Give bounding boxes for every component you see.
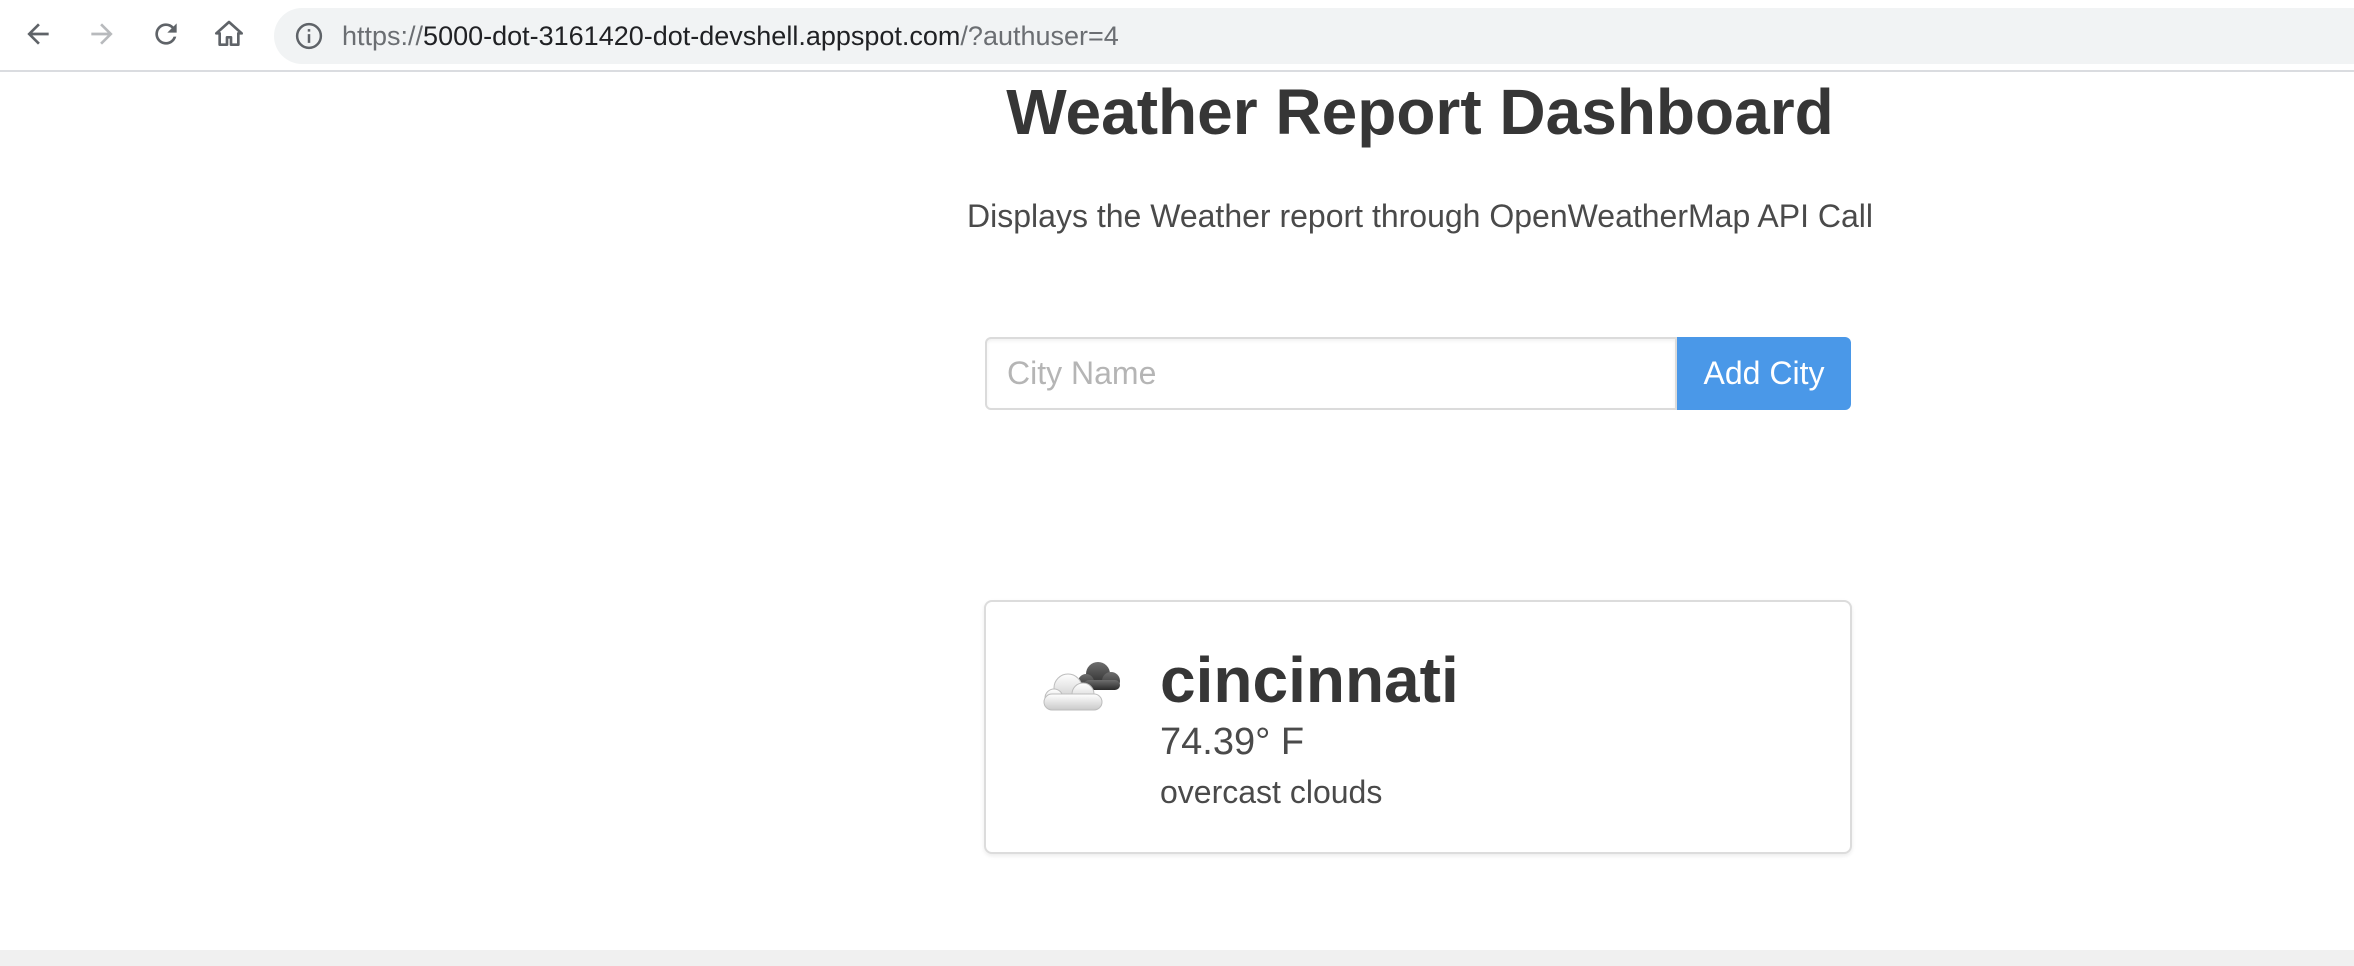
browser-toolbar: https://5000-dot-3161420-dot-devshell.ap… xyxy=(0,0,2354,72)
page-footer-strip xyxy=(0,950,2354,966)
url-path: /?authuser=4 xyxy=(960,20,1119,51)
city-name: cincinnati xyxy=(1160,644,1459,716)
reload-button[interactable] xyxy=(142,10,190,58)
temperature: 74.39° F xyxy=(1160,721,1305,763)
forward-button[interactable] xyxy=(78,10,126,58)
reload-icon xyxy=(155,23,177,45)
address-bar[interactable]: https://5000-dot-3161420-dot-devshell.ap… xyxy=(274,8,2354,64)
back-button[interactable] xyxy=(14,10,62,58)
page-subtitle: Displays the Weather report through Open… xyxy=(967,198,1873,234)
city-name-input[interactable] xyxy=(985,337,1677,410)
home-button[interactable] xyxy=(205,10,253,58)
cloud-icon xyxy=(1036,654,1126,724)
info-icon[interactable] xyxy=(294,21,324,51)
weather-description: overcast clouds xyxy=(1160,774,1383,810)
add-city-button[interactable]: Add City xyxy=(1677,337,1851,410)
add-city-form: Add City xyxy=(985,337,1851,410)
home-icon xyxy=(215,20,243,46)
weather-card: cincinnati 74.39° F overcast clouds xyxy=(984,600,1852,854)
url-text[interactable]: https://5000-dot-3161420-dot-devshell.ap… xyxy=(342,21,1119,52)
url-scheme: https:// xyxy=(342,20,424,51)
url-host: 5000-dot-3161420-dot-devshell.appspot.co… xyxy=(423,20,961,51)
page-title: Weather Report Dashboard xyxy=(1006,76,1834,148)
back-arrow-icon xyxy=(27,23,49,45)
forward-arrow-icon xyxy=(91,23,113,45)
